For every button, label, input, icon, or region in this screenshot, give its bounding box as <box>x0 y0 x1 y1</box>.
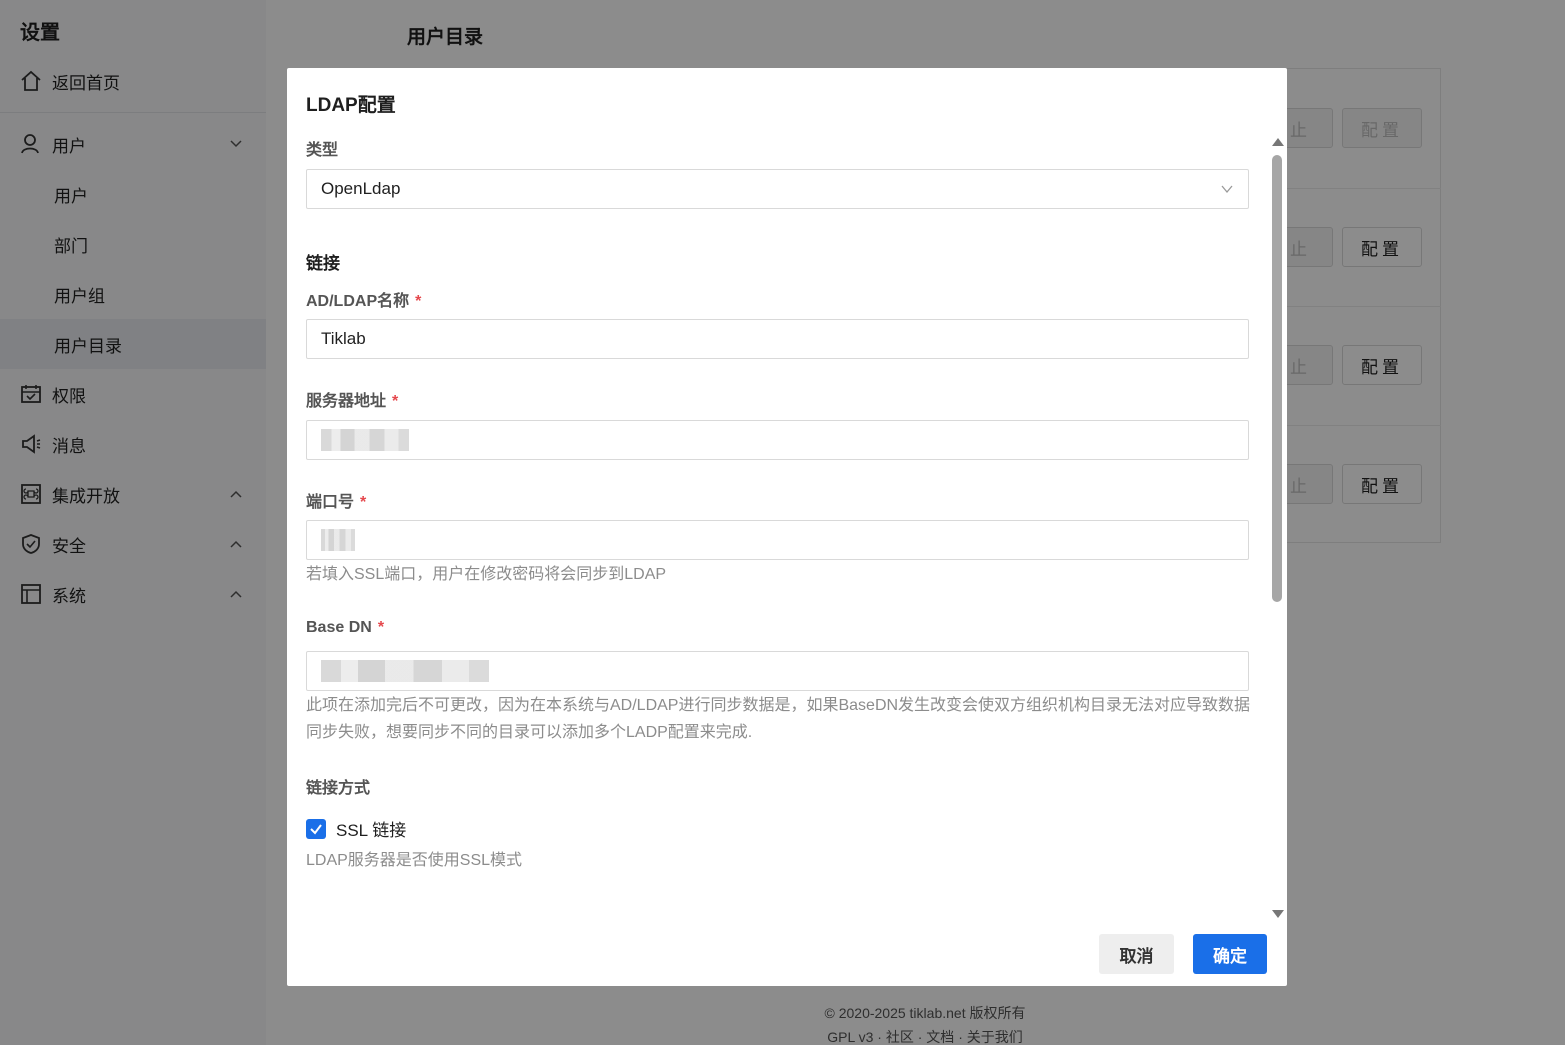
check-icon <box>310 823 322 835</box>
name-input[interactable]: Tiklab <box>306 319 1249 359</box>
redacted-value <box>321 660 489 682</box>
cancel-button[interactable]: 取消 <box>1099 934 1174 974</box>
scroll-up-arrow-icon[interactable] <box>1272 138 1284 146</box>
port-label: 端口号 * <box>306 494 367 511</box>
server-input[interactable] <box>306 420 1249 460</box>
confirm-button[interactable]: 确定 <box>1193 934 1267 974</box>
modal-scrollbar[interactable] <box>1270 138 1284 918</box>
required-mark: * <box>415 293 422 310</box>
chevron-down-icon <box>1221 185 1233 194</box>
ssl-checkbox-label: SSL 链接 <box>336 821 407 840</box>
modal-title: LDAP配置 <box>306 95 396 116</box>
redacted-value <box>321 429 409 451</box>
ssl-hint: LDAP服务器是否使用SSL模式 <box>306 852 523 869</box>
basedn-hint: 此项在添加完后不可更改，因为在本系统与AD/LDAP进行同步数据是，如果Base… <box>306 697 1251 741</box>
required-mark: * <box>360 494 367 511</box>
scrollbar-thumb[interactable] <box>1272 155 1282 602</box>
ldap-config-modal: LDAP配置 类型 OpenLdap 链接 AD/LDAP名称 * Tiklab … <box>287 68 1287 986</box>
name-label: AD/LDAP名称 * <box>306 293 422 310</box>
scroll-down-arrow-icon[interactable] <box>1272 910 1284 918</box>
link-mode-label: 链接方式 <box>306 780 371 797</box>
redacted-value <box>321 529 355 551</box>
section-link: 链接 <box>306 254 340 273</box>
server-label: 服务器地址 * <box>306 393 399 410</box>
basedn-label: Base DN * <box>306 619 385 636</box>
port-input[interactable] <box>306 520 1249 560</box>
basedn-input[interactable] <box>306 651 1249 691</box>
ssl-checkbox[interactable] <box>306 818 326 839</box>
name-input-value: Tiklab <box>321 329 366 348</box>
type-select-value: OpenLdap <box>321 179 401 198</box>
required-mark: * <box>377 619 385 636</box>
port-hint: 若填入SSL端口，用户在修改密码将会同步到LDAP <box>306 566 667 583</box>
type-select[interactable]: OpenLdap <box>306 169 1249 209</box>
required-mark: * <box>392 393 399 410</box>
ssl-checkbox-row[interactable]: SSL 链接 <box>306 816 406 841</box>
type-label: 类型 <box>306 142 339 159</box>
